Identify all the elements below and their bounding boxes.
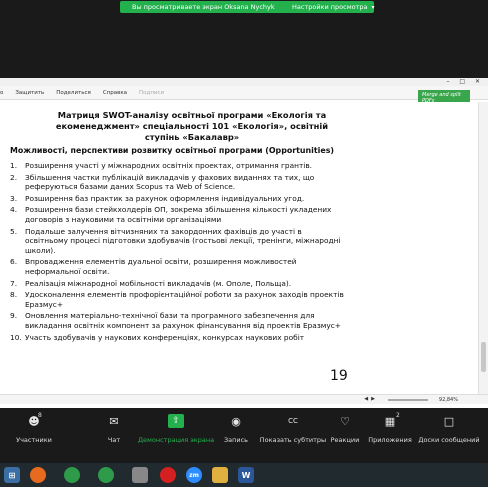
- chat-label: Чат: [107, 436, 121, 444]
- record-button[interactable]: ◉ Запись: [218, 410, 254, 463]
- share-status-pill: Вы просматриваете экран Oksana Nychyk На…: [120, 1, 375, 13]
- menu-item-signatures[interactable]: Подписи: [139, 90, 164, 96]
- whiteboard-label: Доски сообщений: [418, 436, 480, 444]
- windows-taskbar: ⊞ zm W: [0, 463, 488, 487]
- heart-icon: ♡: [340, 414, 350, 428]
- apps-count: 2: [396, 412, 400, 419]
- reactions-button[interactable]: ♡ Реакции: [328, 410, 362, 463]
- record-icon: ◉: [231, 414, 241, 428]
- view-options-button[interactable]: Настройки просмотра ▾: [292, 3, 375, 11]
- scrollbar-thumb[interactable]: [481, 342, 486, 372]
- shared-pdf-viewer: – □ ✕ о Защитить Поделиться Справка Подп…: [0, 78, 488, 408]
- list-item: 7. Реалізація міжнародної мобільності вик…: [10, 278, 292, 288]
- opportunities-list: 1. Розширення участі у міжнародних освітн…: [10, 161, 350, 342]
- opera-icon[interactable]: [160, 467, 176, 483]
- sharing-message: Вы просматриваете экран Oksana Nychyk: [132, 3, 275, 11]
- page-nav-arrows[interactable]: ◀▶: [364, 396, 378, 402]
- list-item: 9. Оновлення матеріально-технічної бази т…: [10, 311, 341, 330]
- document-page: Матриця SWOT-аналізу освітньої програми …: [0, 102, 478, 394]
- viewer-scrollbar[interactable]: [478, 102, 488, 394]
- zoom-app-icon[interactable]: zm: [186, 467, 202, 483]
- word-icon[interactable]: W: [238, 467, 254, 483]
- list-item: 5. Подальше залучення вітчизняних та зако…: [10, 226, 341, 255]
- share-screen-button[interactable]: ⇧ Демонстрация экрана: [137, 410, 215, 463]
- firefox-icon[interactable]: [30, 467, 46, 483]
- whiteboard-icon: □: [443, 414, 455, 428]
- file-manager-icon[interactable]: [132, 467, 148, 483]
- share-arrow-icon: ⇧: [168, 414, 184, 428]
- slide-number: 19: [330, 368, 348, 384]
- apps-label: Приложения: [368, 436, 412, 444]
- chevron-down-icon: ▾: [371, 3, 375, 11]
- menu-item-file[interactable]: о: [0, 90, 3, 96]
- windows-start-icon[interactable]: ⊞: [4, 467, 20, 483]
- chrome-icon[interactable]: [64, 467, 80, 483]
- screen: Вы просматриваете экран Oksana Nychyk На…: [0, 0, 488, 487]
- list-item: 4. Розширення бази стейкхолдерів ОП, зокр…: [10, 205, 332, 224]
- slide-title: Матриця SWOT-аналізу освітньої програми …: [55, 110, 329, 142]
- viewer-statusbar: ◀▶ 92,84%: [0, 394, 488, 404]
- menu-item-help[interactable]: Справка: [103, 90, 127, 96]
- reactions-label: Реакции: [330, 436, 360, 444]
- list-item: 8. Удосконалення елементів профорієнтацій…: [10, 290, 344, 309]
- folder-icon[interactable]: [212, 467, 228, 483]
- participants-label: Участники: [16, 436, 52, 444]
- list-item: 6. Впровадження елементів дуальної освіти…: [10, 257, 297, 276]
- chrome-profile-icon[interactable]: [98, 467, 114, 483]
- closed-captions-icon: CC: [288, 417, 298, 425]
- menu-item-protect[interactable]: Защитить: [15, 90, 44, 96]
- zoom-slider[interactable]: [388, 399, 428, 401]
- apps-button[interactable]: 2 ▦ Приложения: [366, 410, 414, 463]
- list-item: 2. Збільшення частки публікацій викладачі…: [10, 172, 315, 192]
- slide-content: Матриця SWOT-аналізу освітньої програми …: [10, 110, 350, 344]
- participants-count: 8: [38, 412, 42, 419]
- captions-label: Показать субтитры: [259, 436, 327, 444]
- list-item: 10. Участь здобувачів у наукових конферен…: [10, 332, 305, 342]
- list-item: 1. Розширення участі у міжнародних освітн…: [10, 161, 313, 170]
- participants-button[interactable]: 8 ☻ Участники: [12, 410, 56, 463]
- view-options-label: Настройки просмотра: [292, 3, 368, 11]
- viewer-menubar: о Защитить Поделиться Справка Подписи: [0, 86, 488, 100]
- slide-subtitle: Можливості, перспективи розвитку освітнь…: [10, 146, 334, 155]
- whiteboard-button[interactable]: □ Доски сообщений: [416, 410, 482, 463]
- zoom-control-bar: 8 ☻ Участники ✉ Чат ⇧ Демонстрация экран…: [0, 410, 488, 463]
- captions-button[interactable]: CC Показать субтитры: [258, 410, 328, 463]
- window-controls[interactable]: – □ ✕: [446, 78, 484, 85]
- chat-bubble-icon: ✉: [109, 414, 119, 428]
- zoom-level: 92,84%: [438, 397, 458, 403]
- share-label: Демонстрация экрана: [137, 436, 215, 444]
- viewer-titlebar: – □ ✕: [0, 78, 488, 86]
- menu-item-share[interactable]: Поделиться: [56, 90, 91, 96]
- list-item: 3. Розширення баз практик за рахунок офор…: [10, 193, 305, 203]
- record-label: Запись: [223, 436, 249, 444]
- zoom-share-banner: Вы просматриваете экран Oksana Nychyk На…: [0, 0, 488, 14]
- chat-button[interactable]: ✉ Чат: [96, 410, 132, 463]
